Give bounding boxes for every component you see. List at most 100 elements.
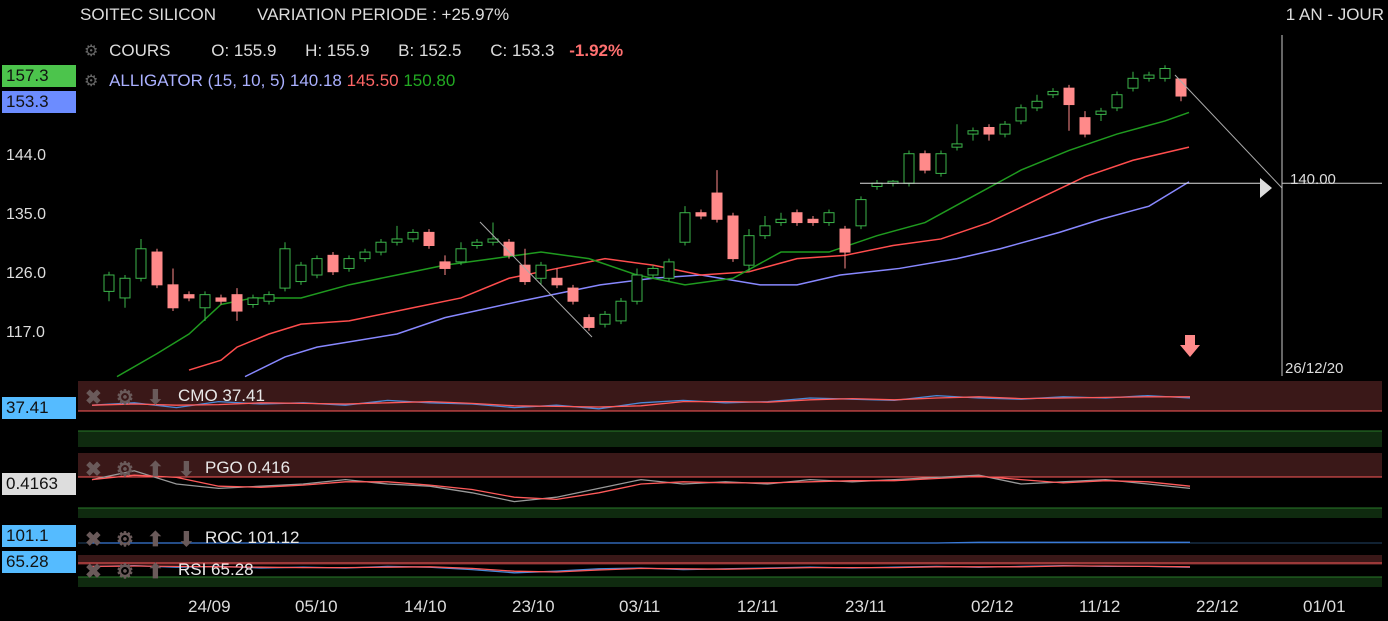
indicator-label: CMO 37.41 bbox=[178, 386, 265, 405]
alligator-label: ALLIGATOR (15, 10, 5) bbox=[109, 71, 286, 90]
candle-body bbox=[903, 153, 915, 184]
alligator-lips-line bbox=[116, 111, 1190, 378]
candle-body bbox=[359, 251, 371, 260]
gear-icon[interactable]: ⚙ bbox=[84, 73, 98, 90]
period-variation: VARIATION PERIODE : +25.97% bbox=[257, 5, 510, 24]
y-tick-label: 117.0 bbox=[6, 324, 45, 341]
close-icon[interactable]: ✖ bbox=[85, 385, 102, 410]
overbought-zone bbox=[78, 381, 1382, 411]
indicator-value-tag: 101.1 bbox=[2, 525, 76, 547]
x-tick-label: 23/10 bbox=[512, 597, 555, 616]
candle-body bbox=[151, 251, 163, 286]
close-icon[interactable]: ✖ bbox=[85, 559, 102, 584]
arrow-right-icon bbox=[1260, 178, 1272, 198]
candle-body bbox=[135, 248, 147, 279]
candle-body bbox=[119, 277, 131, 299]
low-value: B: 152.5 bbox=[398, 41, 462, 60]
move-down-icon[interactable]: ⬇ bbox=[178, 457, 195, 482]
candle-body bbox=[679, 212, 691, 243]
x-tick-label: 03/11 bbox=[619, 597, 661, 616]
x-tick-label: 02/12 bbox=[971, 597, 1014, 616]
move-up-icon[interactable]: ⬆ bbox=[147, 559, 164, 584]
gear-icon[interactable]: ⚙ bbox=[116, 457, 134, 482]
candle-body bbox=[1079, 117, 1091, 135]
alligator-legend: ⚙ ALLIGATOR (15, 10, 5) 140.18 145.50 15… bbox=[84, 71, 455, 91]
candle-body bbox=[1063, 87, 1075, 106]
move-up-icon[interactable]: ⬆ bbox=[147, 457, 164, 482]
candle-body bbox=[951, 143, 963, 148]
high-price-tag: 157.3 bbox=[2, 65, 76, 87]
candle-body bbox=[455, 248, 467, 263]
y-tick-label: 144.0 bbox=[6, 147, 47, 164]
x-tick-label: 23/11 bbox=[845, 597, 887, 616]
candle-body bbox=[839, 228, 851, 253]
candle-body bbox=[967, 130, 979, 135]
candle-body bbox=[343, 258, 355, 269]
move-down-icon[interactable]: ⬇ bbox=[147, 385, 164, 410]
indicator-label: RSI 65.28 bbox=[178, 560, 254, 579]
candle-body bbox=[599, 313, 611, 325]
teeth-value: 145.50 bbox=[346, 71, 399, 90]
close-icon[interactable]: ✖ bbox=[85, 457, 102, 482]
jaw-value: 140.18 bbox=[289, 71, 342, 90]
indicator-label: PGO 0.416 bbox=[205, 458, 291, 477]
candle-body bbox=[791, 212, 803, 224]
candle-body bbox=[775, 218, 787, 224]
candle-body bbox=[983, 127, 995, 135]
gear-icon[interactable]: ⚙ bbox=[84, 43, 98, 60]
candle-body bbox=[583, 317, 595, 328]
x-tick-label: 24/09 bbox=[188, 597, 231, 616]
close-icon[interactable]: ✖ bbox=[85, 527, 102, 552]
last-price-tag: 153.3 bbox=[2, 91, 76, 113]
oversold-zone bbox=[78, 508, 1382, 518]
candle-body bbox=[423, 231, 435, 246]
candle-body bbox=[663, 261, 675, 279]
candle-body bbox=[695, 212, 707, 217]
indicator-value-tag: 37.41 bbox=[2, 397, 76, 419]
candle-body bbox=[935, 153, 947, 174]
indicator-value-tag: 0.4163 bbox=[2, 473, 76, 495]
candle-body bbox=[743, 235, 755, 266]
candle-body bbox=[823, 212, 835, 224]
cursor-date: 26/12/20 bbox=[1285, 360, 1344, 377]
candle-body bbox=[551, 277, 563, 286]
candle-body bbox=[711, 192, 723, 220]
candle-body bbox=[199, 294, 211, 309]
candle-body bbox=[1159, 68, 1171, 79]
candle-body bbox=[1111, 94, 1123, 109]
candle-body bbox=[471, 241, 483, 247]
period-selector[interactable]: 1 AN - JOUR bbox=[1286, 5, 1384, 25]
candle-body bbox=[391, 238, 403, 243]
candle-body bbox=[295, 264, 307, 283]
y-tick-label: 126.0 bbox=[6, 265, 47, 282]
candle-body bbox=[647, 267, 659, 276]
sell-arrow-icon bbox=[1180, 335, 1200, 357]
candle-body bbox=[807, 218, 819, 224]
trendline bbox=[479, 221, 593, 338]
candle-body bbox=[279, 248, 291, 289]
indicator-label: ROC 101.12 bbox=[205, 528, 300, 547]
hline-label: 140.00 bbox=[1290, 171, 1336, 188]
candle-body bbox=[1031, 100, 1043, 109]
candle-body bbox=[727, 215, 739, 260]
gear-icon[interactable]: ⚙ bbox=[116, 559, 134, 584]
move-up-icon[interactable]: ⬆ bbox=[147, 527, 164, 552]
candle-body bbox=[759, 225, 771, 237]
x-tick-label: 05/10 bbox=[295, 597, 338, 616]
gear-icon[interactable]: ⚙ bbox=[116, 385, 134, 410]
cours-label: COURS bbox=[109, 41, 171, 60]
oversold-zone bbox=[78, 577, 1382, 587]
gear-icon[interactable]: ⚙ bbox=[116, 527, 134, 552]
open-value: O: 155.9 bbox=[211, 41, 277, 60]
candle-body bbox=[311, 258, 323, 276]
lips-value: 150.80 bbox=[403, 71, 456, 90]
high-value: H: 155.9 bbox=[305, 41, 370, 60]
candle-body bbox=[167, 284, 179, 309]
candle-body bbox=[327, 254, 339, 273]
move-down-icon[interactable]: ⬇ bbox=[178, 527, 195, 552]
x-tick-label: 22/12 bbox=[1196, 597, 1239, 616]
candle-body bbox=[439, 261, 451, 269]
indicator-signal-line bbox=[91, 565, 1191, 573]
candle-body bbox=[615, 300, 627, 322]
x-tick-label: 14/10 bbox=[404, 597, 447, 616]
